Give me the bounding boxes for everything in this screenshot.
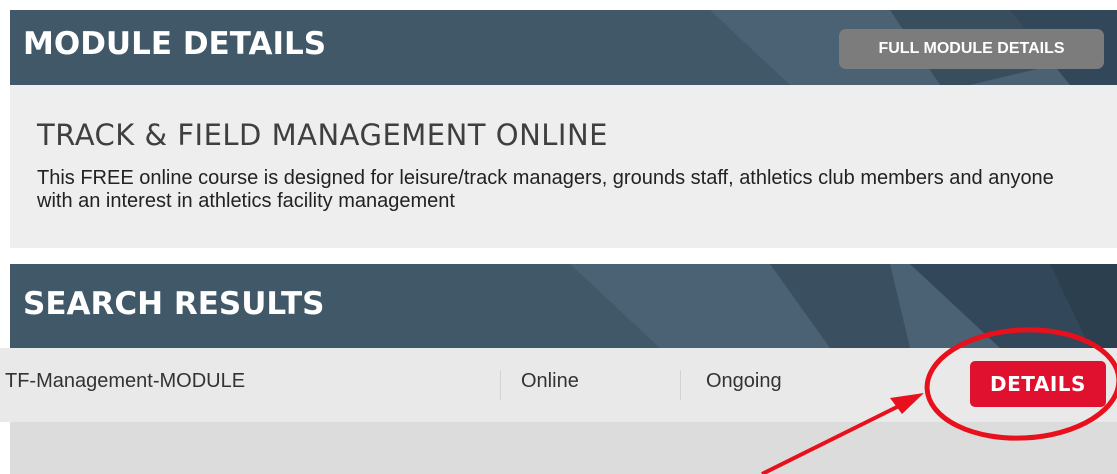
module-details-title: MODULE DETAILS — [23, 26, 327, 62]
table-row: TF-Management-MODULE Online Ongoing DETA… — [0, 348, 1117, 422]
search-results-header: SEARCH RESULTS — [10, 264, 1117, 348]
result-delivery-mode: Online — [521, 370, 579, 392]
result-date: Ongoing — [706, 370, 782, 392]
module-info-box: TRACK & FIELD MANAGEMENT ONLINE This FRE… — [10, 85, 1117, 248]
course-title: TRACK & FIELD MANAGEMENT ONLINE — [37, 118, 608, 152]
results-footer — [10, 422, 1117, 474]
course-description: This FREE online course is designed for … — [37, 167, 1054, 212]
full-module-details-button[interactable]: FULL MODULE DETAILS — [839, 29, 1104, 69]
search-results-title: SEARCH RESULTS — [23, 286, 325, 322]
module-details-header: MODULE DETAILS FULL MODULE DETAILS — [10, 10, 1117, 85]
column-divider — [500, 370, 501, 400]
column-divider — [680, 370, 681, 400]
details-button[interactable]: DETAILS — [970, 361, 1106, 407]
result-module-name: TF-Management-MODULE — [5, 370, 246, 392]
